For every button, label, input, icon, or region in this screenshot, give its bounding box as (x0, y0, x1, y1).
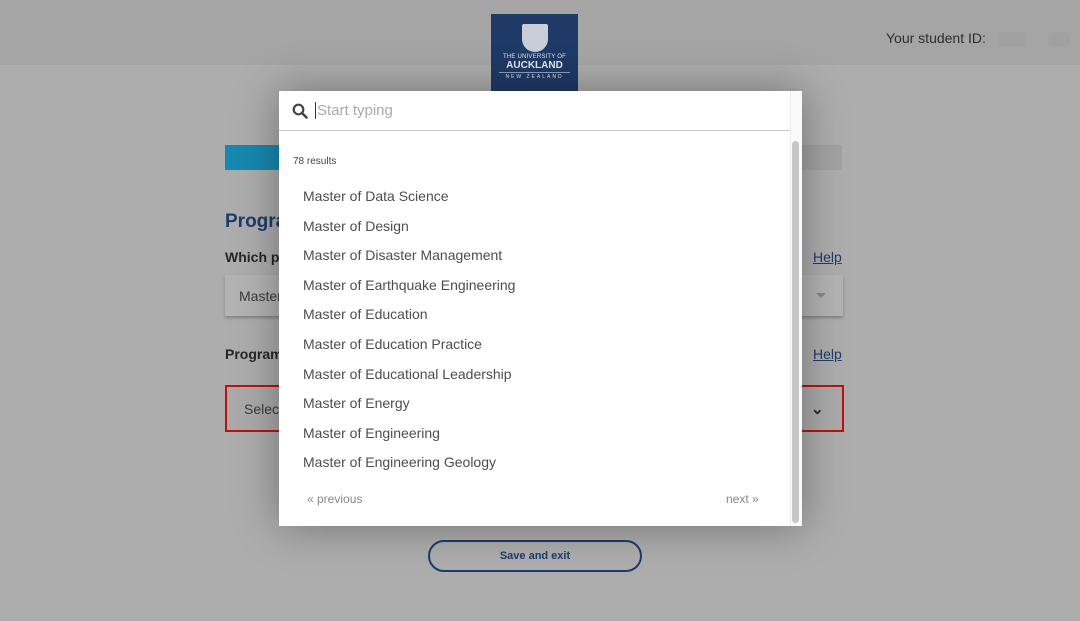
search-bar (279, 91, 790, 131)
help-link[interactable]: Help (813, 346, 842, 362)
logo-text: NEW ZEALAND (499, 72, 570, 80)
results-list: Master of Data Science Master of Design … (303, 188, 515, 484)
crest-icon (521, 24, 548, 52)
help-link[interactable]: Help (813, 249, 842, 265)
list-item[interactable]: Master of Data Science (303, 188, 515, 218)
student-id-value (1048, 32, 1070, 47)
results-count: 78 results (293, 156, 337, 167)
programme-search-modal: 78 results Master of Data Science Master… (279, 91, 802, 526)
progress-fill (225, 145, 287, 170)
scrollbar-thumb[interactable] (792, 141, 799, 523)
list-item[interactable]: Master of Education (303, 306, 515, 336)
list-item[interactable]: Master of Engineering (303, 425, 515, 455)
list-item[interactable]: Master of Educational Leadership (303, 366, 515, 396)
previous-page-link[interactable]: « previous (307, 492, 362, 506)
search-icon (292, 103, 308, 119)
save-and-exit-button[interactable]: Save and exit (428, 540, 642, 572)
student-id-label: Your student ID: (886, 30, 986, 46)
list-item[interactable]: Master of Education Practice (303, 336, 515, 366)
next-page-link[interactable]: next » (726, 492, 759, 506)
list-item[interactable]: Master of Earthquake Engineering (303, 277, 515, 307)
logo-text: AUCKLAND (506, 60, 563, 71)
list-item[interactable]: Master of Energy (303, 395, 515, 425)
select-value: Master (239, 288, 282, 304)
search-input[interactable] (315, 102, 755, 119)
caret-down-icon (816, 293, 826, 303)
list-item[interactable]: Master of Engineering Geology (303, 454, 515, 484)
list-item[interactable]: Master of Disaster Management (303, 247, 515, 277)
university-logo: THE UNIVERSITY OF AUCKLAND NEW ZEALAND (491, 14, 578, 92)
student-id-value (998, 32, 1026, 47)
list-item[interactable]: Master of Design (303, 218, 515, 248)
select-value: Select (244, 401, 283, 417)
chevron-down-icon: ⌄ (810, 401, 824, 418)
